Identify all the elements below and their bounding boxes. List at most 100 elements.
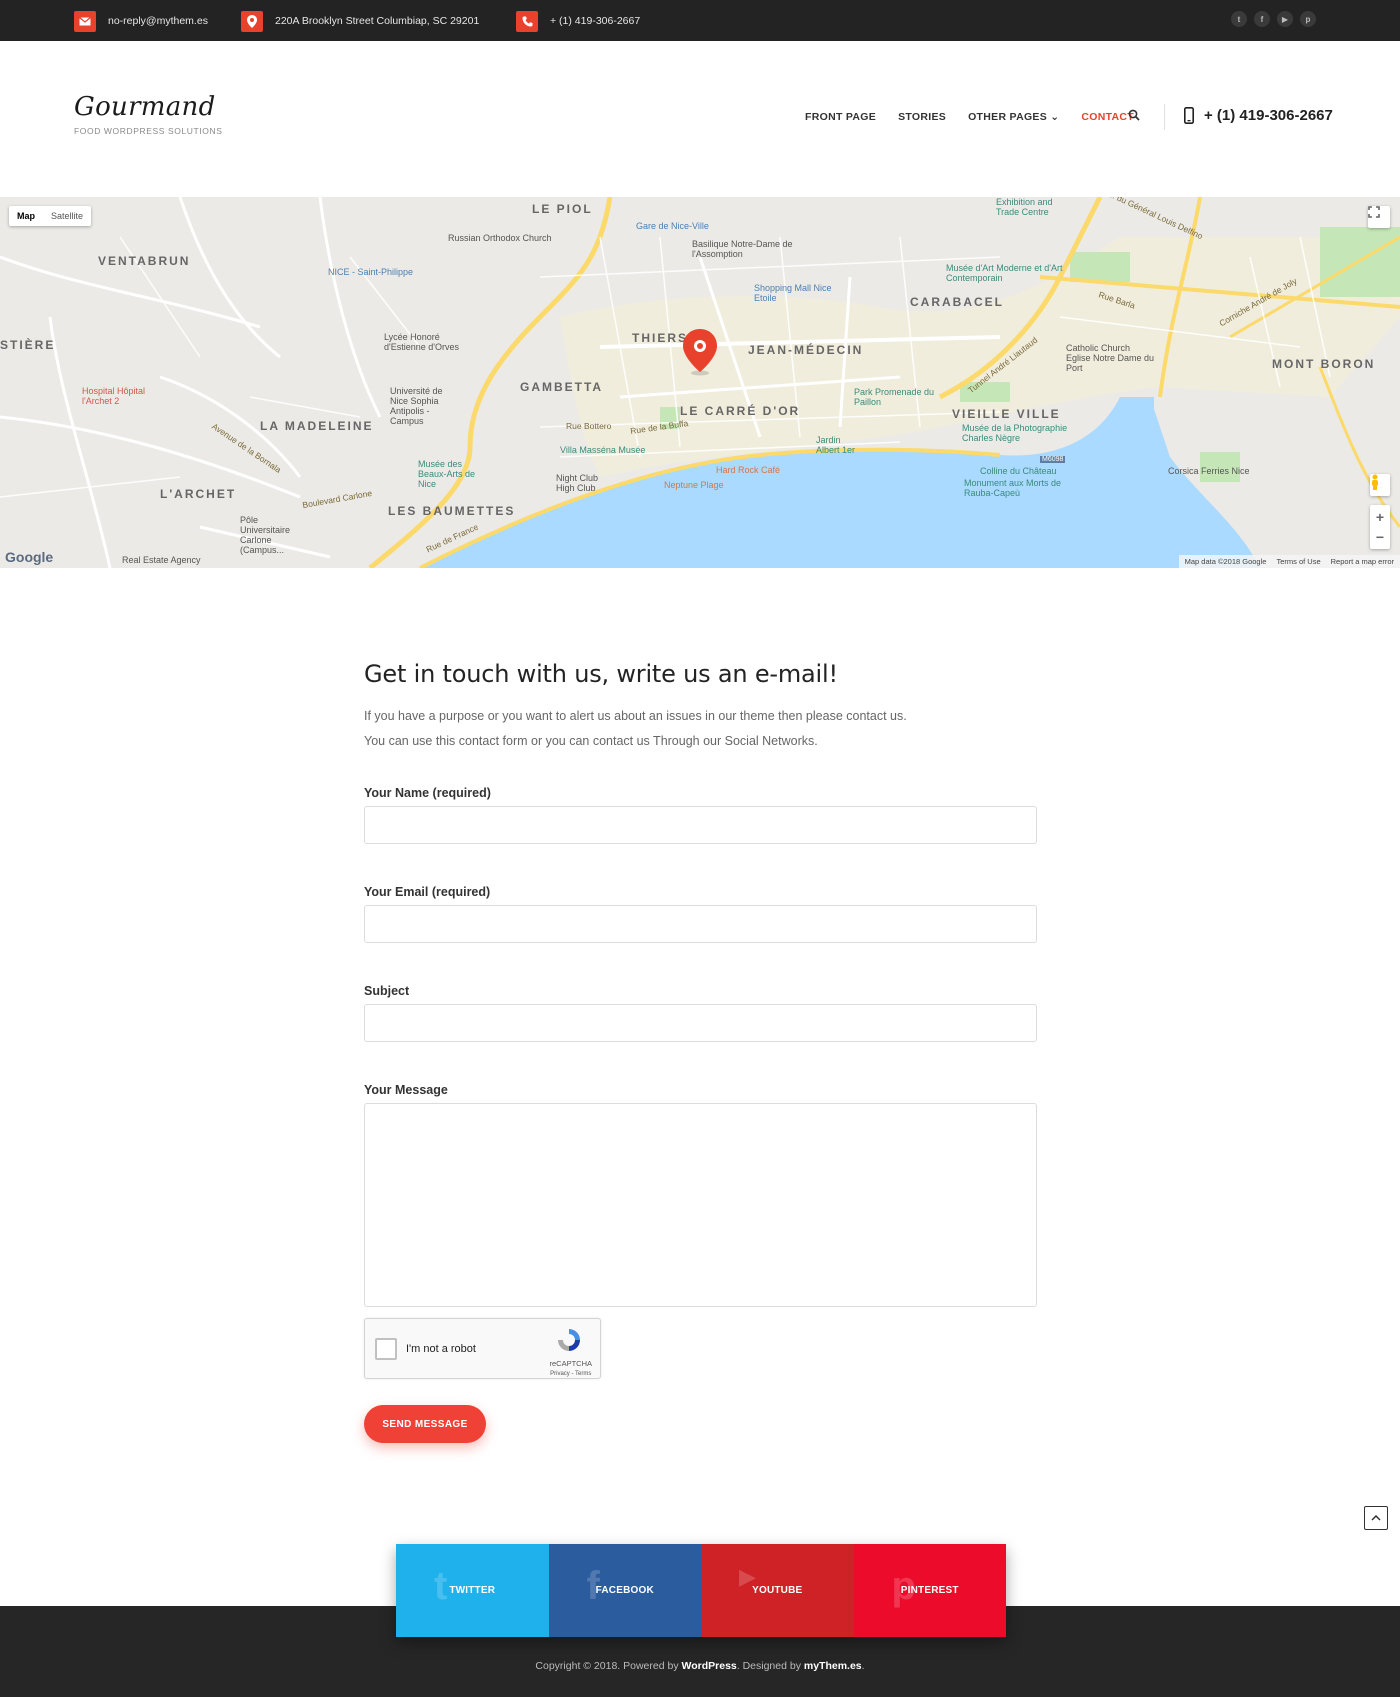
name-field-label: Your Name (required) (364, 786, 491, 800)
map-data-credit: Map data ©2018 Google (1184, 557, 1267, 566)
recaptcha-logo-icon (558, 1329, 580, 1351)
map-label-stiere: STIÈRE (0, 338, 56, 352)
name-field[interactable] (364, 806, 1037, 844)
recaptcha-privacy-terms[interactable]: Privacy - Terms (549, 1369, 592, 1379)
copyright-prefix: Copyright © 2018. Powered by (535, 1660, 682, 1672)
facebook-icon[interactable]: f (1254, 11, 1270, 27)
social-tile-youtube[interactable]: ▶ YOUTUBE (701, 1544, 854, 1637)
chevron-up-icon (1371, 1515, 1381, 1521)
youtube-icon[interactable]: ▶ (1277, 11, 1293, 27)
map-label-basilique: Basilique Notre-Dame de l'Assomption (692, 239, 793, 259)
street-view-pegman-icon[interactable] (1370, 474, 1390, 496)
map-label-neptune: Neptune Plage (664, 480, 724, 490)
zoom-control: + − (1370, 505, 1390, 549)
mythemes-link[interactable]: myThem.es (804, 1660, 862, 1672)
top-bar: no-reply@mythem.es 220A Brooklyn Street … (0, 0, 1400, 41)
recaptcha-brand-name: reCAPTCHA (549, 1359, 592, 1368)
map-label-m6098: M6098 (1040, 456, 1066, 463)
top-email[interactable]: no-reply@mythem.es (74, 10, 208, 32)
map-type-control: Map Satellite (9, 206, 92, 226)
map-label-park: Park Promenade du Paillon (854, 387, 935, 407)
social-tile-label: TWITTER (449, 1585, 496, 1596)
social-tile-label: FACEBOOK (595, 1585, 654, 1596)
email-field-label: Your Email (required) (364, 885, 491, 899)
map-label-beaux-arts: Musée des Beaux-Arts de Nice (418, 459, 476, 489)
scroll-to-top-button[interactable] (1364, 1506, 1388, 1530)
designed-by-text: . Designed by (736, 1660, 804, 1672)
social-tile-label: PINTEREST (900, 1585, 959, 1596)
map-label-nice-st-philippe: NICE - Saint-Philippe (328, 267, 414, 277)
map-label-real-estate: Real Estate Agency (122, 555, 201, 565)
map-label-gare: Gare de Nice-Ville (636, 221, 709, 231)
fullscreen-icon[interactable] (1368, 206, 1390, 228)
map-label-jardin: Jardin Albert 1er (816, 435, 856, 455)
menu-item-front-page[interactable]: FRONT PAGE (805, 111, 876, 123)
map-label-hard-rock: Hard Rock Café (716, 465, 781, 475)
footer-copyright: Copyright © 2018. Powered by WordPress. … (0, 1660, 1400, 1672)
zoom-out-icon[interactable]: − (1376, 527, 1384, 547)
email-field-group: Your Email (required) (364, 885, 1037, 943)
google-logo: Google (5, 549, 54, 565)
social-tile-facebook[interactable]: f FACEBOOK (548, 1544, 701, 1637)
map-type-satellite-button[interactable]: Satellite (43, 206, 91, 226)
map-label-le-carre-dor: LE CARRÉ D'OR (680, 404, 801, 418)
map-label-la-madeleine: LA MADELEINE (260, 419, 374, 433)
social-tile-pinterest[interactable]: p PINTEREST (853, 1544, 1006, 1637)
map-label-colline: Colline du Château (980, 466, 1057, 476)
message-field[interactable] (364, 1103, 1037, 1307)
subject-field[interactable] (364, 1004, 1037, 1042)
map-label-thiers: THIERS (632, 331, 689, 345)
wordpress-link[interactable]: WordPress (682, 1660, 737, 1672)
menu-item-other-pages[interactable]: OTHER PAGES ⌄ (968, 111, 1059, 123)
main-menu: FRONT PAGE STORIES OTHER PAGES ⌄ CONTACT (805, 111, 1156, 123)
social-networks-strip: t TWITTER f FACEBOOK ▶ YOUTUBE p PINTERE… (396, 1544, 1006, 1637)
name-field-group: Your Name (required) (364, 786, 1037, 844)
map-type-map-button[interactable]: Map (9, 206, 43, 226)
recaptcha-checkbox[interactable] (375, 1338, 397, 1360)
recaptcha-label: I'm not a robot (406, 1343, 476, 1355)
site-logo[interactable]: Gourmand FOOD WORDPRESS SOLUTIONS (74, 92, 223, 136)
header-phone[interactable]: + (1) 419-306-2667 (1184, 107, 1333, 124)
map-label-night-club: Night Club High Club (556, 473, 599, 493)
map-label-mont-boron: MONT BORON (1272, 357, 1376, 371)
map-attribution: Map data ©2018 Google Terms of Use Repor… (1178, 555, 1400, 568)
top-phone[interactable]: + (1) 419-306-2667 (516, 10, 640, 32)
map-terms-link[interactable]: Terms of Use (1276, 557, 1320, 566)
message-field-group: Your Message (364, 1083, 1037, 1307)
map-marker-icon (241, 10, 263, 32)
phone-icon (516, 10, 538, 32)
twitter-icon[interactable]: t (1231, 11, 1247, 27)
map-label-musee-art-moderne: Musée d'Art Moderne et d'Art Contemporai… (946, 263, 1063, 283)
map-label-gambetta: GAMBETTA (520, 380, 604, 394)
envelope-icon (74, 10, 96, 32)
recaptcha-brand: reCAPTCHA Privacy - Terms (549, 1359, 592, 1379)
contact-intro: If you have a purpose or you want to ale… (364, 704, 1037, 754)
header-phone-number: + (1) 419-306-2667 (1204, 107, 1333, 124)
map-label-ventabrun: VENTABRUN (98, 254, 191, 268)
subject-field-label: Subject (364, 984, 410, 998)
map-label-russian-church: Russian Orthodox Church (448, 233, 552, 243)
location-map[interactable]: VENTABRUN LE PIOL THIERS JEAN-MÉDECIN CA… (0, 197, 1400, 568)
contact-intro-line-2: You can use this contact form or you can… (364, 734, 818, 748)
copyright-suffix: . (861, 1660, 865, 1672)
map-label-musee-photo: Musée de la Photographie Charles Nègre (962, 423, 1068, 443)
send-message-button[interactable]: SEND MESSAGE (364, 1405, 486, 1443)
pinterest-icon[interactable]: p (1300, 11, 1316, 27)
menu-item-contact[interactable]: CONTACT (1081, 111, 1134, 123)
top-address-text: 220A Brooklyn Street Columbiap, SC 29201 (275, 15, 480, 27)
menu-item-stories[interactable]: STORIES (898, 111, 946, 123)
header-divider (1164, 104, 1165, 130)
email-field[interactable] (364, 905, 1037, 943)
social-tile-label: YOUTUBE (752, 1585, 803, 1596)
top-phone-text: + (1) 419-306-2667 (550, 15, 641, 27)
zoom-in-icon[interactable]: + (1376, 507, 1384, 527)
map-label-le-piol: LE PIOL (532, 202, 593, 216)
map-label-hospital: Hospital Hôpital l'Archet 2 (82, 386, 146, 406)
message-field-label: Your Message (364, 1083, 448, 1097)
location-pin-icon[interactable] (681, 328, 719, 376)
search-icon[interactable] (1128, 108, 1144, 124)
map-report-error-link[interactable]: Report a map error (1331, 557, 1394, 566)
top-social-links: t f ▶ p (1231, 11, 1316, 27)
map-label-catholic-church: Catholic Church Eglise Notre Dame du Por… (1066, 343, 1155, 373)
social-tile-twitter[interactable]: t TWITTER (396, 1544, 549, 1637)
